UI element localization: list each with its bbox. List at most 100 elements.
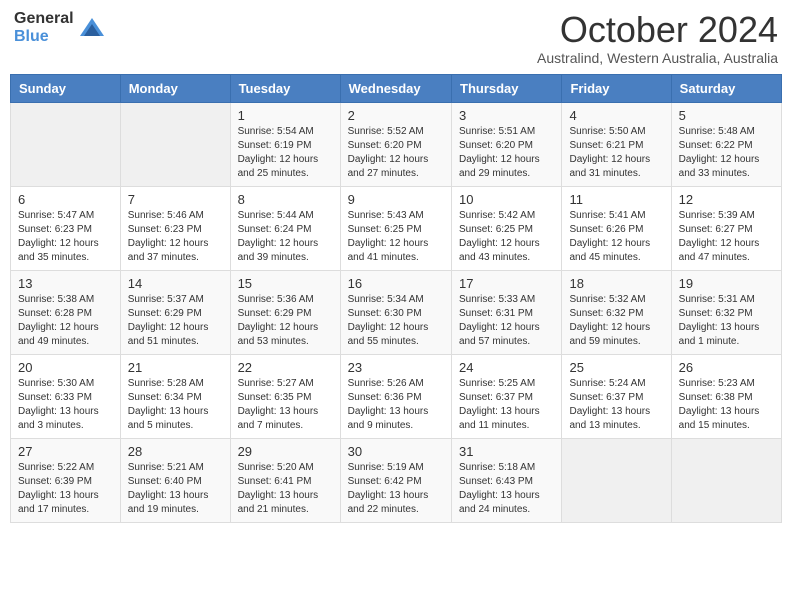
calendar-cell: 26 Sunrise: 5:23 AM Sunset: 6:38 PM Dayli… <box>671 354 781 438</box>
calendar-cell: 27 Sunrise: 5:22 AM Sunset: 6:39 PM Dayli… <box>11 438 121 522</box>
day-number: 20 <box>18 360 113 375</box>
calendar-cell: 14 Sunrise: 5:37 AM Sunset: 6:29 PM Dayli… <box>120 270 230 354</box>
day-number: 6 <box>18 192 113 207</box>
day-number: 24 <box>459 360 554 375</box>
day-number: 8 <box>238 192 333 207</box>
day-number: 7 <box>128 192 223 207</box>
day-info: Sunrise: 5:42 AM Sunset: 6:25 PM Dayligh… <box>459 209 554 265</box>
day-info: Sunrise: 5:26 AM Sunset: 6:36 PM Dayligh… <box>348 377 444 433</box>
calendar-cell <box>11 102 121 186</box>
calendar-cell: 3 Sunrise: 5:51 AM Sunset: 6:20 PM Daylig… <box>452 102 562 186</box>
calendar-cell <box>120 102 230 186</box>
day-info: Sunrise: 5:37 AM Sunset: 6:29 PM Dayligh… <box>128 293 223 349</box>
day-info: Sunrise: 5:21 AM Sunset: 6:40 PM Dayligh… <box>128 461 223 517</box>
calendar-week-5: 27 Sunrise: 5:22 AM Sunset: 6:39 PM Dayli… <box>11 438 782 522</box>
day-info: Sunrise: 5:51 AM Sunset: 6:20 PM Dayligh… <box>459 125 554 181</box>
day-info: Sunrise: 5:22 AM Sunset: 6:39 PM Dayligh… <box>18 461 113 517</box>
day-info: Sunrise: 5:31 AM Sunset: 6:32 PM Dayligh… <box>679 293 774 349</box>
day-number: 19 <box>679 276 774 291</box>
day-number: 5 <box>679 108 774 123</box>
calendar-table: SundayMondayTuesdayWednesdayThursdayFrid… <box>10 74 782 523</box>
calendar-cell: 16Sunrise: 5:34 AM Sunset: 6:30 PM Dayli… <box>340 270 451 354</box>
day-info: Sunrise: 5:20 AM Sunset: 6:41 PM Dayligh… <box>238 461 333 517</box>
calendar-cell: 20 Sunrise: 5:30 AM Sunset: 6:33 PM Dayli… <box>11 354 121 438</box>
day-number: 12 <box>679 192 774 207</box>
day-info: Sunrise: 5:50 AM Sunset: 6:21 PM Dayligh… <box>569 125 663 181</box>
day-info: Sunrise: 5:41 AM Sunset: 6:26 PM Dayligh… <box>569 209 663 265</box>
day-number: 21 <box>128 360 223 375</box>
calendar-cell: 24 Sunrise: 5:25 AM Sunset: 6:37 PM Dayli… <box>452 354 562 438</box>
calendar-cell: 17 Sunrise: 5:33 AM Sunset: 6:31 PM Dayli… <box>452 270 562 354</box>
calendar-week-3: 13Sunrise: 5:38 AM Sunset: 6:28 PM Dayli… <box>11 270 782 354</box>
calendar-cell: 15Sunrise: 5:36 AM Sunset: 6:29 PM Dayli… <box>230 270 340 354</box>
calendar-cell: 4 Sunrise: 5:50 AM Sunset: 6:21 PM Daylig… <box>562 102 671 186</box>
calendar-header-sunday: Sunday <box>11 74 121 102</box>
day-number: 14 <box>128 276 223 291</box>
calendar-week-1: 1 Sunrise: 5:54 AM Sunset: 6:19 PM Daylig… <box>11 102 782 186</box>
calendar-header-wednesday: Wednesday <box>340 74 451 102</box>
day-number: 25 <box>569 360 663 375</box>
day-number: 10 <box>459 192 554 207</box>
calendar-cell: 21Sunrise: 5:28 AM Sunset: 6:34 PM Dayli… <box>120 354 230 438</box>
calendar-cell: 31Sunrise: 5:18 AM Sunset: 6:43 PM Dayli… <box>452 438 562 522</box>
day-info: Sunrise: 5:43 AM Sunset: 6:25 PM Dayligh… <box>348 209 444 265</box>
day-info: Sunrise: 5:32 AM Sunset: 6:32 PM Dayligh… <box>569 293 663 349</box>
day-number: 22 <box>238 360 333 375</box>
calendar-cell: 6Sunrise: 5:47 AM Sunset: 6:23 PM Daylig… <box>11 186 121 270</box>
day-number: 9 <box>348 192 444 207</box>
calendar-header-saturday: Saturday <box>671 74 781 102</box>
calendar-cell: 30 Sunrise: 5:19 AM Sunset: 6:42 PM Dayli… <box>340 438 451 522</box>
subtitle: Australind, Western Australia, Australia <box>537 50 778 66</box>
title-block: October 2024 Australind, Western Austral… <box>537 10 778 66</box>
calendar-cell: 9 Sunrise: 5:43 AM Sunset: 6:25 PM Daylig… <box>340 186 451 270</box>
day-number: 15 <box>238 276 333 291</box>
calendar-cell <box>671 438 781 522</box>
day-number: 2 <box>348 108 444 123</box>
day-number: 3 <box>459 108 554 123</box>
calendar-cell: 11 Sunrise: 5:41 AM Sunset: 6:26 PM Dayli… <box>562 186 671 270</box>
day-number: 28 <box>128 444 223 459</box>
calendar-cell: 23Sunrise: 5:26 AM Sunset: 6:36 PM Dayli… <box>340 354 451 438</box>
day-info: Sunrise: 5:30 AM Sunset: 6:33 PM Dayligh… <box>18 377 113 433</box>
day-number: 26 <box>679 360 774 375</box>
calendar-cell: 12 Sunrise: 5:39 AM Sunset: 6:27 PM Dayli… <box>671 186 781 270</box>
calendar-header-row: SundayMondayTuesdayWednesdayThursdayFrid… <box>11 74 782 102</box>
day-info: Sunrise: 5:33 AM Sunset: 6:31 PM Dayligh… <box>459 293 554 349</box>
logo-icon <box>78 14 106 42</box>
calendar-cell: 18 Sunrise: 5:32 AM Sunset: 6:32 PM Dayli… <box>562 270 671 354</box>
calendar-header-friday: Friday <box>562 74 671 102</box>
day-info: Sunrise: 5:39 AM Sunset: 6:27 PM Dayligh… <box>679 209 774 265</box>
day-info: Sunrise: 5:48 AM Sunset: 6:22 PM Dayligh… <box>679 125 774 181</box>
day-info: Sunrise: 5:27 AM Sunset: 6:35 PM Dayligh… <box>238 377 333 433</box>
logo: General Blue <box>14 10 106 45</box>
day-info: Sunrise: 5:52 AM Sunset: 6:20 PM Dayligh… <box>348 125 444 181</box>
day-number: 1 <box>238 108 333 123</box>
calendar-cell: 5 Sunrise: 5:48 AM Sunset: 6:22 PM Daylig… <box>671 102 781 186</box>
day-info: Sunrise: 5:19 AM Sunset: 6:42 PM Dayligh… <box>348 461 444 517</box>
day-info: Sunrise: 5:38 AM Sunset: 6:28 PM Dayligh… <box>18 293 113 349</box>
main-title: October 2024 <box>537 10 778 50</box>
day-info: Sunrise: 5:46 AM Sunset: 6:23 PM Dayligh… <box>128 209 223 265</box>
day-info: Sunrise: 5:25 AM Sunset: 6:37 PM Dayligh… <box>459 377 554 433</box>
calendar-cell: 28 Sunrise: 5:21 AM Sunset: 6:40 PM Dayli… <box>120 438 230 522</box>
logo-blue: Blue <box>14 28 74 46</box>
day-number: 17 <box>459 276 554 291</box>
calendar-cell: 1 Sunrise: 5:54 AM Sunset: 6:19 PM Daylig… <box>230 102 340 186</box>
day-number: 18 <box>569 276 663 291</box>
calendar-header-thursday: Thursday <box>452 74 562 102</box>
day-number: 4 <box>569 108 663 123</box>
day-info: Sunrise: 5:54 AM Sunset: 6:19 PM Dayligh… <box>238 125 333 181</box>
day-info: Sunrise: 5:24 AM Sunset: 6:37 PM Dayligh… <box>569 377 663 433</box>
calendar-header-monday: Monday <box>120 74 230 102</box>
calendar-cell: 13Sunrise: 5:38 AM Sunset: 6:28 PM Dayli… <box>11 270 121 354</box>
page-header: General Blue October 2024 Australind, We… <box>10 10 782 66</box>
calendar-header-tuesday: Tuesday <box>230 74 340 102</box>
day-number: 30 <box>348 444 444 459</box>
calendar-cell: 19 Sunrise: 5:31 AM Sunset: 6:32 PM Dayli… <box>671 270 781 354</box>
day-number: 27 <box>18 444 113 459</box>
day-number: 11 <box>569 192 663 207</box>
day-number: 16 <box>348 276 444 291</box>
day-info: Sunrise: 5:18 AM Sunset: 6:43 PM Dayligh… <box>459 461 554 517</box>
day-info: Sunrise: 5:23 AM Sunset: 6:38 PM Dayligh… <box>679 377 774 433</box>
calendar-cell: 29Sunrise: 5:20 AM Sunset: 6:41 PM Dayli… <box>230 438 340 522</box>
